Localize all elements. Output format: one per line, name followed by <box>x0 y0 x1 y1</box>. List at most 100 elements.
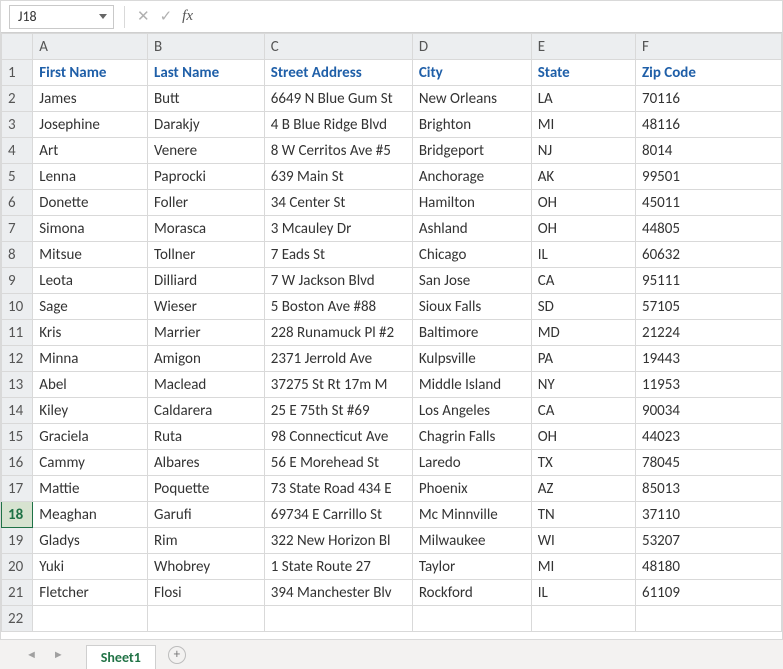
cell[interactable]: Gladys <box>33 528 148 554</box>
row-header[interactable]: 13 <box>2 372 33 398</box>
cell[interactable]: 57105 <box>635 294 781 320</box>
cell[interactable]: Wieser <box>147 294 264 320</box>
cell[interactable]: Simona <box>33 216 148 242</box>
cell[interactable]: 48180 <box>635 554 781 580</box>
cancel-icon[interactable]: ✕ <box>137 7 150 26</box>
cell[interactable]: Whobrey <box>147 554 264 580</box>
cell[interactable]: Mattie <box>33 476 148 502</box>
row-header[interactable]: 8 <box>2 242 33 268</box>
cell[interactable]: 95111 <box>635 268 781 294</box>
header-cell[interactable]: Zip Code <box>635 60 781 86</box>
cell[interactable]: Chicago <box>412 242 531 268</box>
cell[interactable]: 8 W Cerritos Ave #5 <box>264 138 412 164</box>
cell[interactable]: OH <box>531 424 635 450</box>
cell[interactable]: 639 Main St <box>264 164 412 190</box>
cell[interactable]: 70116 <box>635 86 781 112</box>
cell[interactable] <box>412 606 531 632</box>
cell[interactable]: Laredo <box>412 450 531 476</box>
cell[interactable]: 44805 <box>635 216 781 242</box>
fx-icon[interactable]: fx <box>182 8 193 25</box>
cell[interactable]: 34 Center St <box>264 190 412 216</box>
cell[interactable]: Yuki <box>33 554 148 580</box>
row-header[interactable]: 6 <box>2 190 33 216</box>
cell[interactable]: OH <box>531 190 635 216</box>
name-box[interactable]: J18 <box>9 5 114 29</box>
cell[interactable]: 85013 <box>635 476 781 502</box>
cell[interactable] <box>531 606 635 632</box>
cell[interactable]: Albares <box>147 450 264 476</box>
row-header[interactable]: 17 <box>2 476 33 502</box>
cell[interactable]: Mc Minnville <box>412 502 531 528</box>
cell[interactable]: Minna <box>33 346 148 372</box>
cell[interactable]: 21224 <box>635 320 781 346</box>
cell[interactable]: 44023 <box>635 424 781 450</box>
row-header[interactable]: 1 <box>2 60 33 86</box>
cell[interactable]: LA <box>531 86 635 112</box>
cell[interactable]: 3 Mcauley Dr <box>264 216 412 242</box>
row-header[interactable]: 19 <box>2 528 33 554</box>
cell[interactable]: Milwaukee <box>412 528 531 554</box>
cell[interactable]: Meaghan <box>33 502 148 528</box>
cell[interactable]: AZ <box>531 476 635 502</box>
cell[interactable]: Fletcher <box>33 580 148 606</box>
cell[interactable]: 11953 <box>635 372 781 398</box>
cell[interactable]: NY <box>531 372 635 398</box>
cell[interactable]: 394 Manchester Blv <box>264 580 412 606</box>
cell[interactable]: Venere <box>147 138 264 164</box>
header-cell[interactable]: State <box>531 60 635 86</box>
cell[interactable]: AK <box>531 164 635 190</box>
cell[interactable] <box>33 606 148 632</box>
cell[interactable]: Dilliard <box>147 268 264 294</box>
cell[interactable]: 5 Boston Ave #88 <box>264 294 412 320</box>
cell[interactable]: Butt <box>147 86 264 112</box>
header-cell[interactable]: City <box>412 60 531 86</box>
cell[interactable]: Kulpsville <box>412 346 531 372</box>
cell[interactable]: Mitsue <box>33 242 148 268</box>
header-cell[interactable]: First Name <box>33 60 148 86</box>
cell[interactable]: Rockford <box>412 580 531 606</box>
cell[interactable]: Anchorage <box>412 164 531 190</box>
cell[interactable]: 228 Runamuck Pl #2 <box>264 320 412 346</box>
cell[interactable]: MD <box>531 320 635 346</box>
cell[interactable]: Taylor <box>412 554 531 580</box>
cell[interactable]: IL <box>531 242 635 268</box>
row-header[interactable]: 14 <box>2 398 33 424</box>
cell[interactable]: Flosi <box>147 580 264 606</box>
cell[interactable]: NJ <box>531 138 635 164</box>
cell[interactable] <box>635 606 781 632</box>
cell[interactable]: PA <box>531 346 635 372</box>
cell[interactable]: 78045 <box>635 450 781 476</box>
cell[interactable]: 25 E 75th St #69 <box>264 398 412 424</box>
col-header-E[interactable]: E <box>531 34 635 60</box>
cell[interactable]: CA <box>531 268 635 294</box>
cell[interactable]: Rim <box>147 528 264 554</box>
cell[interactable]: 69734 E Carrillo St <box>264 502 412 528</box>
cell[interactable]: Caldarera <box>147 398 264 424</box>
cell[interactable]: Poquette <box>147 476 264 502</box>
formula-input[interactable] <box>203 5 774 29</box>
enter-icon[interactable]: ✓ <box>160 7 173 26</box>
cell[interactable]: Paprocki <box>147 164 264 190</box>
row-header[interactable]: 2 <box>2 86 33 112</box>
cell[interactable]: 7 W Jackson Blvd <box>264 268 412 294</box>
cell[interactable]: TX <box>531 450 635 476</box>
cell[interactable]: Chagrin Falls <box>412 424 531 450</box>
row-header[interactable]: 9 <box>2 268 33 294</box>
row-header[interactable]: 15 <box>2 424 33 450</box>
cell[interactable]: 60632 <box>635 242 781 268</box>
cell[interactable] <box>264 606 412 632</box>
cell[interactable]: 45011 <box>635 190 781 216</box>
cell[interactable]: Phoenix <box>412 476 531 502</box>
cell[interactable]: Middle Island <box>412 372 531 398</box>
cell[interactable]: Darakjy <box>147 112 264 138</box>
cell[interactable]: 6649 N Blue Gum St <box>264 86 412 112</box>
cell[interactable]: CA <box>531 398 635 424</box>
spreadsheet-grid[interactable]: A B C D E F 1First NameLast NameStreet A… <box>1 33 782 632</box>
row-header[interactable]: 21 <box>2 580 33 606</box>
cell[interactable]: Kris <box>33 320 148 346</box>
cell[interactable]: Leota <box>33 268 148 294</box>
col-header-B[interactable]: B <box>147 34 264 60</box>
cell[interactable]: 61109 <box>635 580 781 606</box>
cell[interactable]: Amigon <box>147 346 264 372</box>
cell[interactable]: Ashland <box>412 216 531 242</box>
